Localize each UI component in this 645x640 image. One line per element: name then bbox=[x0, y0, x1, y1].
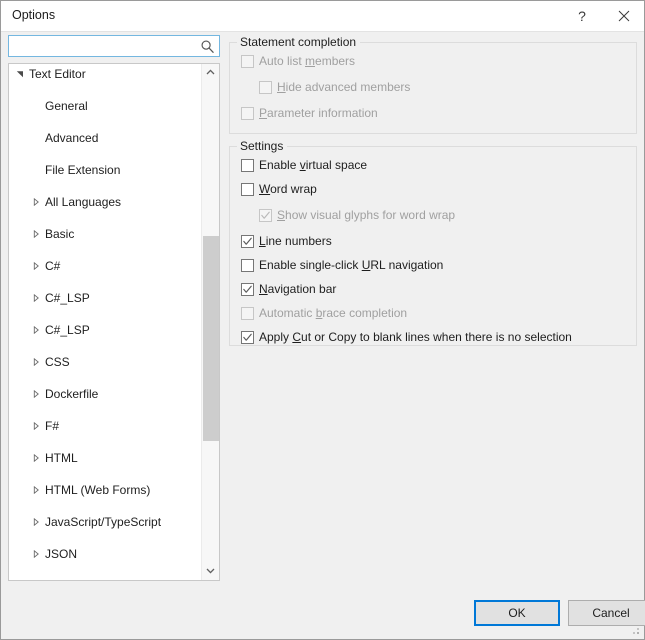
expander-collapsed-icon[interactable] bbox=[30, 418, 42, 434]
close-button[interactable] bbox=[604, 1, 644, 30]
tree-item-html-web-forms[interactable]: HTML (Web Forms) bbox=[9, 482, 202, 498]
checkbox-label: Line numbers bbox=[259, 234, 332, 248]
tree-item-label: All Languages bbox=[45, 195, 122, 209]
tree-item-label: C# bbox=[45, 259, 61, 273]
tree-item-basic[interactable]: Basic bbox=[9, 226, 202, 242]
tree-item-c-lsp[interactable]: C#_LSP bbox=[9, 322, 202, 338]
checkbox-unchecked-icon bbox=[241, 107, 254, 120]
cancel-button-label: Cancel bbox=[592, 606, 630, 620]
tree-item-f[interactable]: F# bbox=[9, 418, 202, 434]
page-title: Options bbox=[12, 8, 56, 22]
expander-collapsed-icon[interactable] bbox=[30, 482, 42, 498]
tree-item-text-editor[interactable]: Text Editor bbox=[9, 66, 202, 82]
chevron-up-icon bbox=[206, 69, 215, 75]
checkbox-label: Parameter information bbox=[259, 106, 378, 120]
expander-collapsed-icon[interactable] bbox=[30, 450, 42, 466]
options-tree[interactable]: Text Editor General Advanced File Extension… bbox=[8, 63, 220, 581]
checkbox-label: Auto list members bbox=[259, 54, 356, 68]
help-button[interactable]: ? bbox=[562, 1, 602, 30]
title-bar: Options ? bbox=[1, 1, 644, 32]
checkbox-checked-icon bbox=[241, 235, 254, 248]
tree-item-css[interactable]: CSS bbox=[9, 354, 202, 370]
tree-item-label: CSS bbox=[45, 355, 70, 369]
settings-panel: Statement completion Auto list members Hid… bbox=[229, 35, 637, 575]
tree-item-label: HTML (Web Forms) bbox=[45, 483, 151, 497]
tree-item-label: HTML bbox=[45, 451, 78, 465]
expander-collapsed-icon[interactable] bbox=[30, 354, 42, 370]
checkbox-label: Word wrap bbox=[259, 182, 317, 196]
checkbox-label: Enable virtual space bbox=[259, 158, 368, 172]
expander-collapsed-icon[interactable] bbox=[30, 258, 42, 274]
tree-item-all-languages[interactable]: All Languages bbox=[9, 194, 202, 210]
cancel-button[interactable]: Cancel bbox=[568, 600, 645, 626]
expander-collapsed-icon[interactable] bbox=[30, 514, 42, 530]
checkbox-checked-icon bbox=[241, 283, 254, 296]
expander-collapsed-icon[interactable] bbox=[30, 386, 42, 402]
tree-item-javascript-typescript[interactable]: JavaScript/TypeScript bbox=[9, 514, 202, 530]
tree-item-label: JSON bbox=[45, 547, 78, 561]
tree-item-general[interactable]: General bbox=[9, 98, 202, 114]
tree-item-label: File Extension bbox=[45, 163, 121, 177]
options-dialog: Options ? Text Editor General Advanced File… bbox=[0, 0, 645, 640]
tree-item-label: C#_LSP bbox=[45, 291, 90, 305]
tree-item-file-extension[interactable]: File Extension bbox=[9, 162, 202, 178]
tree-item-less[interactable]: LESS bbox=[9, 578, 202, 580]
checkbox-checked-icon bbox=[259, 209, 272, 222]
question-mark-icon: ? bbox=[578, 7, 586, 24]
checkbox-label: Enable single-click URL navigation bbox=[259, 258, 444, 272]
ok-button-label: OK bbox=[508, 606, 526, 620]
tree-item-list: Text Editor General Advanced File Extension… bbox=[9, 66, 202, 580]
tree-item-label: Dockerfile bbox=[45, 387, 99, 401]
expander-collapsed-icon[interactable] bbox=[30, 290, 42, 306]
tree-item-c-lsp[interactable]: C#_LSP bbox=[9, 290, 202, 306]
chevron-down-icon bbox=[206, 568, 215, 574]
expander-collapsed-icon[interactable] bbox=[30, 322, 42, 338]
tree-item-label: C#_LSP bbox=[45, 323, 90, 337]
tree-item-label: JavaScript/TypeScript bbox=[45, 515, 162, 529]
checkbox-unchecked-icon bbox=[259, 81, 272, 94]
checkbox-label: Apply Cut or Copy to blank lines when th… bbox=[259, 330, 572, 344]
expander-collapsed-icon[interactable] bbox=[30, 194, 42, 210]
search-icon[interactable] bbox=[200, 39, 215, 54]
tree-item-label: Basic bbox=[45, 227, 75, 241]
checkbox-checked-icon bbox=[241, 331, 254, 344]
checkbox-label: Navigation bar bbox=[259, 282, 337, 296]
scroll-down-button[interactable] bbox=[202, 563, 219, 580]
ok-button[interactable]: OK bbox=[474, 600, 560, 626]
checkbox-unchecked-icon bbox=[241, 183, 254, 196]
scroll-up-button[interactable] bbox=[202, 64, 219, 81]
close-icon bbox=[618, 10, 630, 21]
checkbox-label: Show visual glyphs for word wrap bbox=[277, 208, 456, 222]
tree-item-dockerfile[interactable]: Dockerfile bbox=[9, 386, 202, 402]
search-input[interactable] bbox=[14, 36, 192, 56]
expander-expanded-icon[interactable] bbox=[14, 66, 26, 82]
tree-item-label: LESS bbox=[45, 578, 76, 580]
checkbox-unchecked-icon bbox=[241, 259, 254, 272]
checkbox-label: Hide advanced members bbox=[277, 80, 411, 94]
checkbox-unchecked-icon bbox=[241, 55, 254, 68]
checkbox-unchecked-icon bbox=[241, 159, 254, 172]
tree-item-label: Text Editor bbox=[29, 67, 86, 81]
tree-item-json[interactable]: JSON bbox=[9, 546, 202, 562]
tree-item-label: Advanced bbox=[45, 131, 99, 145]
checkbox-label: Automatic brace completion bbox=[259, 306, 408, 320]
expander-collapsed-icon[interactable] bbox=[30, 546, 42, 562]
tree-item-label: F# bbox=[45, 419, 60, 433]
checkbox-unchecked-icon bbox=[241, 307, 254, 320]
tree-item-advanced[interactable]: Advanced bbox=[9, 130, 202, 146]
resize-grip[interactable] bbox=[629, 624, 641, 636]
group-title: Statement completion bbox=[237, 35, 361, 49]
tree-item-html[interactable]: HTML bbox=[9, 450, 202, 466]
expander-collapsed-icon[interactable] bbox=[30, 578, 42, 580]
search-box[interactable] bbox=[8, 35, 220, 57]
group-title: Settings bbox=[237, 139, 288, 153]
scrollbar-thumb[interactable] bbox=[203, 236, 219, 441]
tree-item-label: General bbox=[45, 99, 88, 113]
tree-scrollbar[interactable] bbox=[201, 64, 219, 580]
tree-item-c[interactable]: C# bbox=[9, 258, 202, 274]
expander-collapsed-icon[interactable] bbox=[30, 226, 42, 242]
